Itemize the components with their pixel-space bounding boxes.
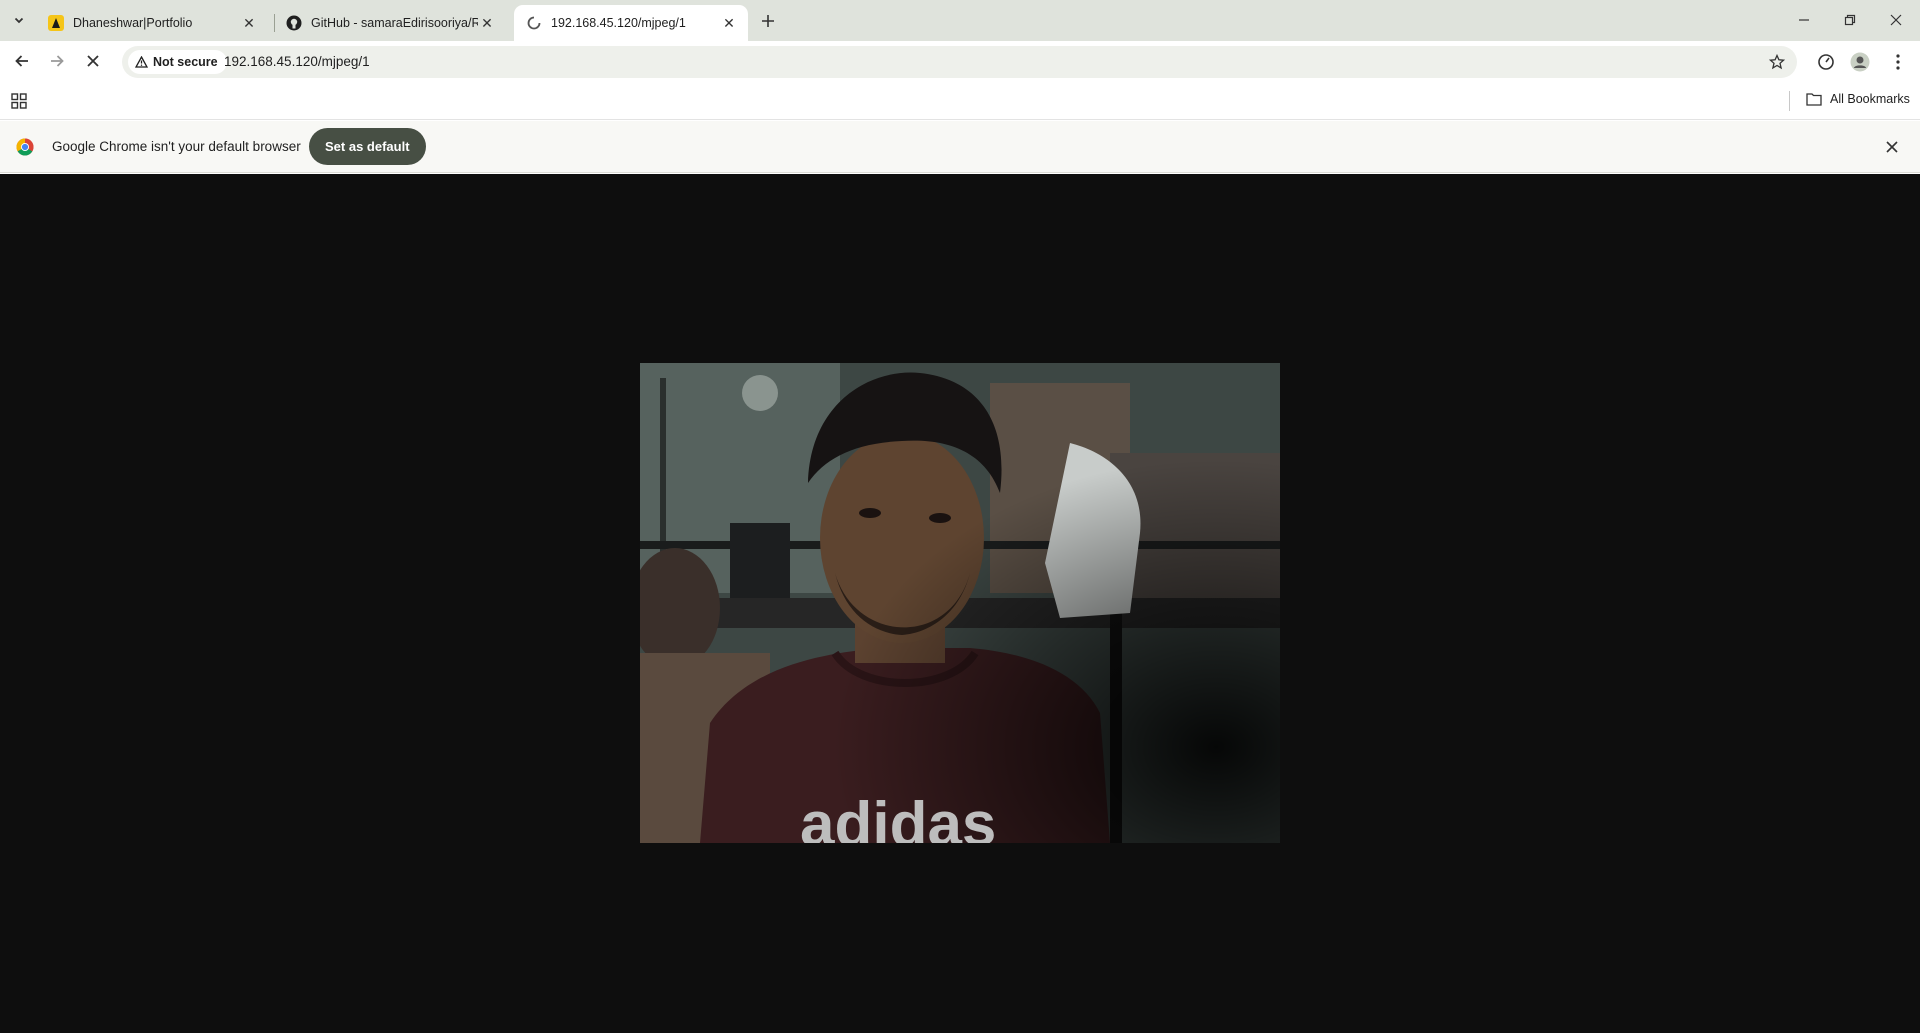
bookmark-star-button[interactable]: [1767, 52, 1787, 72]
tab-title: 192.168.45.120/mjpeg/1: [551, 16, 686, 30]
avatar-icon: [1850, 52, 1870, 72]
minimize-icon: [1799, 19, 1809, 21]
chevron-down-icon: [14, 17, 24, 24]
arrow-right-icon: [51, 55, 64, 67]
shirt-logo-text: adidas: [800, 790, 996, 843]
restore-button[interactable]: [1827, 0, 1873, 40]
more-vertical-icon: [1896, 54, 1900, 70]
warning-triangle-icon: [135, 56, 148, 68]
security-label: Not secure: [153, 55, 218, 69]
performance-button[interactable]: [1814, 50, 1838, 74]
tab-strip: Dhaneshwar|Portfolio ✕ GitHub - samaraEd…: [0, 0, 1920, 41]
close-icon: [1890, 14, 1902, 26]
stop-icon: [87, 55, 99, 67]
apps-grid-icon[interactable]: [10, 92, 28, 110]
speedometer-icon: [1818, 54, 1834, 70]
plus-icon: [762, 15, 774, 27]
all-bookmarks-button[interactable]: All Bookmarks: [1806, 92, 1910, 106]
tab-title: GitHub - samaraEdirisooriya/RU: [311, 16, 478, 30]
arrow-left-icon: [15, 55, 28, 67]
infobar-message: Google Chrome isn't your default browser: [52, 139, 301, 154]
close-tab-icon[interactable]: ✕: [720, 14, 738, 32]
close-window-button[interactable]: [1873, 0, 1919, 40]
minimize-button[interactable]: [1781, 0, 1827, 40]
all-bookmarks-label: All Bookmarks: [1830, 92, 1910, 106]
tab-mjpeg-stream[interactable]: 192.168.45.120/mjpeg/1 ✕: [514, 5, 748, 41]
address-bar[interactable]: Not secure 192.168.45.120/mjpeg/1: [122, 46, 1797, 78]
restore-icon: [1844, 14, 1856, 26]
stop-loading-button[interactable]: [77, 45, 109, 77]
tab-github[interactable]: GitHub - samaraEdirisooriya/RU ✕: [274, 5, 506, 41]
folder-icon: [1806, 93, 1822, 106]
star-icon: [1769, 54, 1785, 70]
chrome-logo-icon: [16, 138, 34, 156]
tab-title: Dhaneshwar|Portfolio: [73, 16, 193, 30]
camera-frame-image: adidas: [640, 363, 1280, 843]
tab-search-button[interactable]: [6, 9, 32, 31]
bookmarks-bar: All Bookmarks: [0, 82, 1920, 120]
back-button[interactable]: [6, 45, 38, 77]
close-tab-icon[interactable]: ✕: [240, 14, 258, 32]
close-icon: [1886, 141, 1898, 153]
mjpeg-stream-frame: adidas: [640, 363, 1280, 843]
security-chip[interactable]: Not secure: [128, 50, 227, 74]
default-browser-infobar: Google Chrome isn't your default browser…: [0, 121, 1920, 173]
chrome-menu-button[interactable]: [1886, 50, 1910, 74]
tab-portfolio[interactable]: Dhaneshwar|Portfolio ✕: [36, 5, 268, 41]
set-as-default-button[interactable]: Set as default: [309, 128, 426, 165]
browser-toolbar: Not secure 192.168.45.120/mjpeg/1: [0, 41, 1920, 82]
forward-button[interactable]: [41, 45, 73, 77]
bookmarks-separator: [1789, 91, 1790, 111]
url-text[interactable]: 192.168.45.120/mjpeg/1: [224, 54, 370, 69]
profile-button[interactable]: [1848, 50, 1872, 74]
portfolio-favicon-icon: [48, 15, 64, 31]
close-tab-icon[interactable]: ✕: [478, 14, 496, 32]
page-viewport: adidas: [0, 174, 1920, 1033]
github-favicon-icon: [286, 15, 302, 31]
loading-spinner-icon: [526, 15, 542, 31]
infobar-close-button[interactable]: [1882, 137, 1902, 157]
new-tab-button[interactable]: [756, 9, 780, 33]
